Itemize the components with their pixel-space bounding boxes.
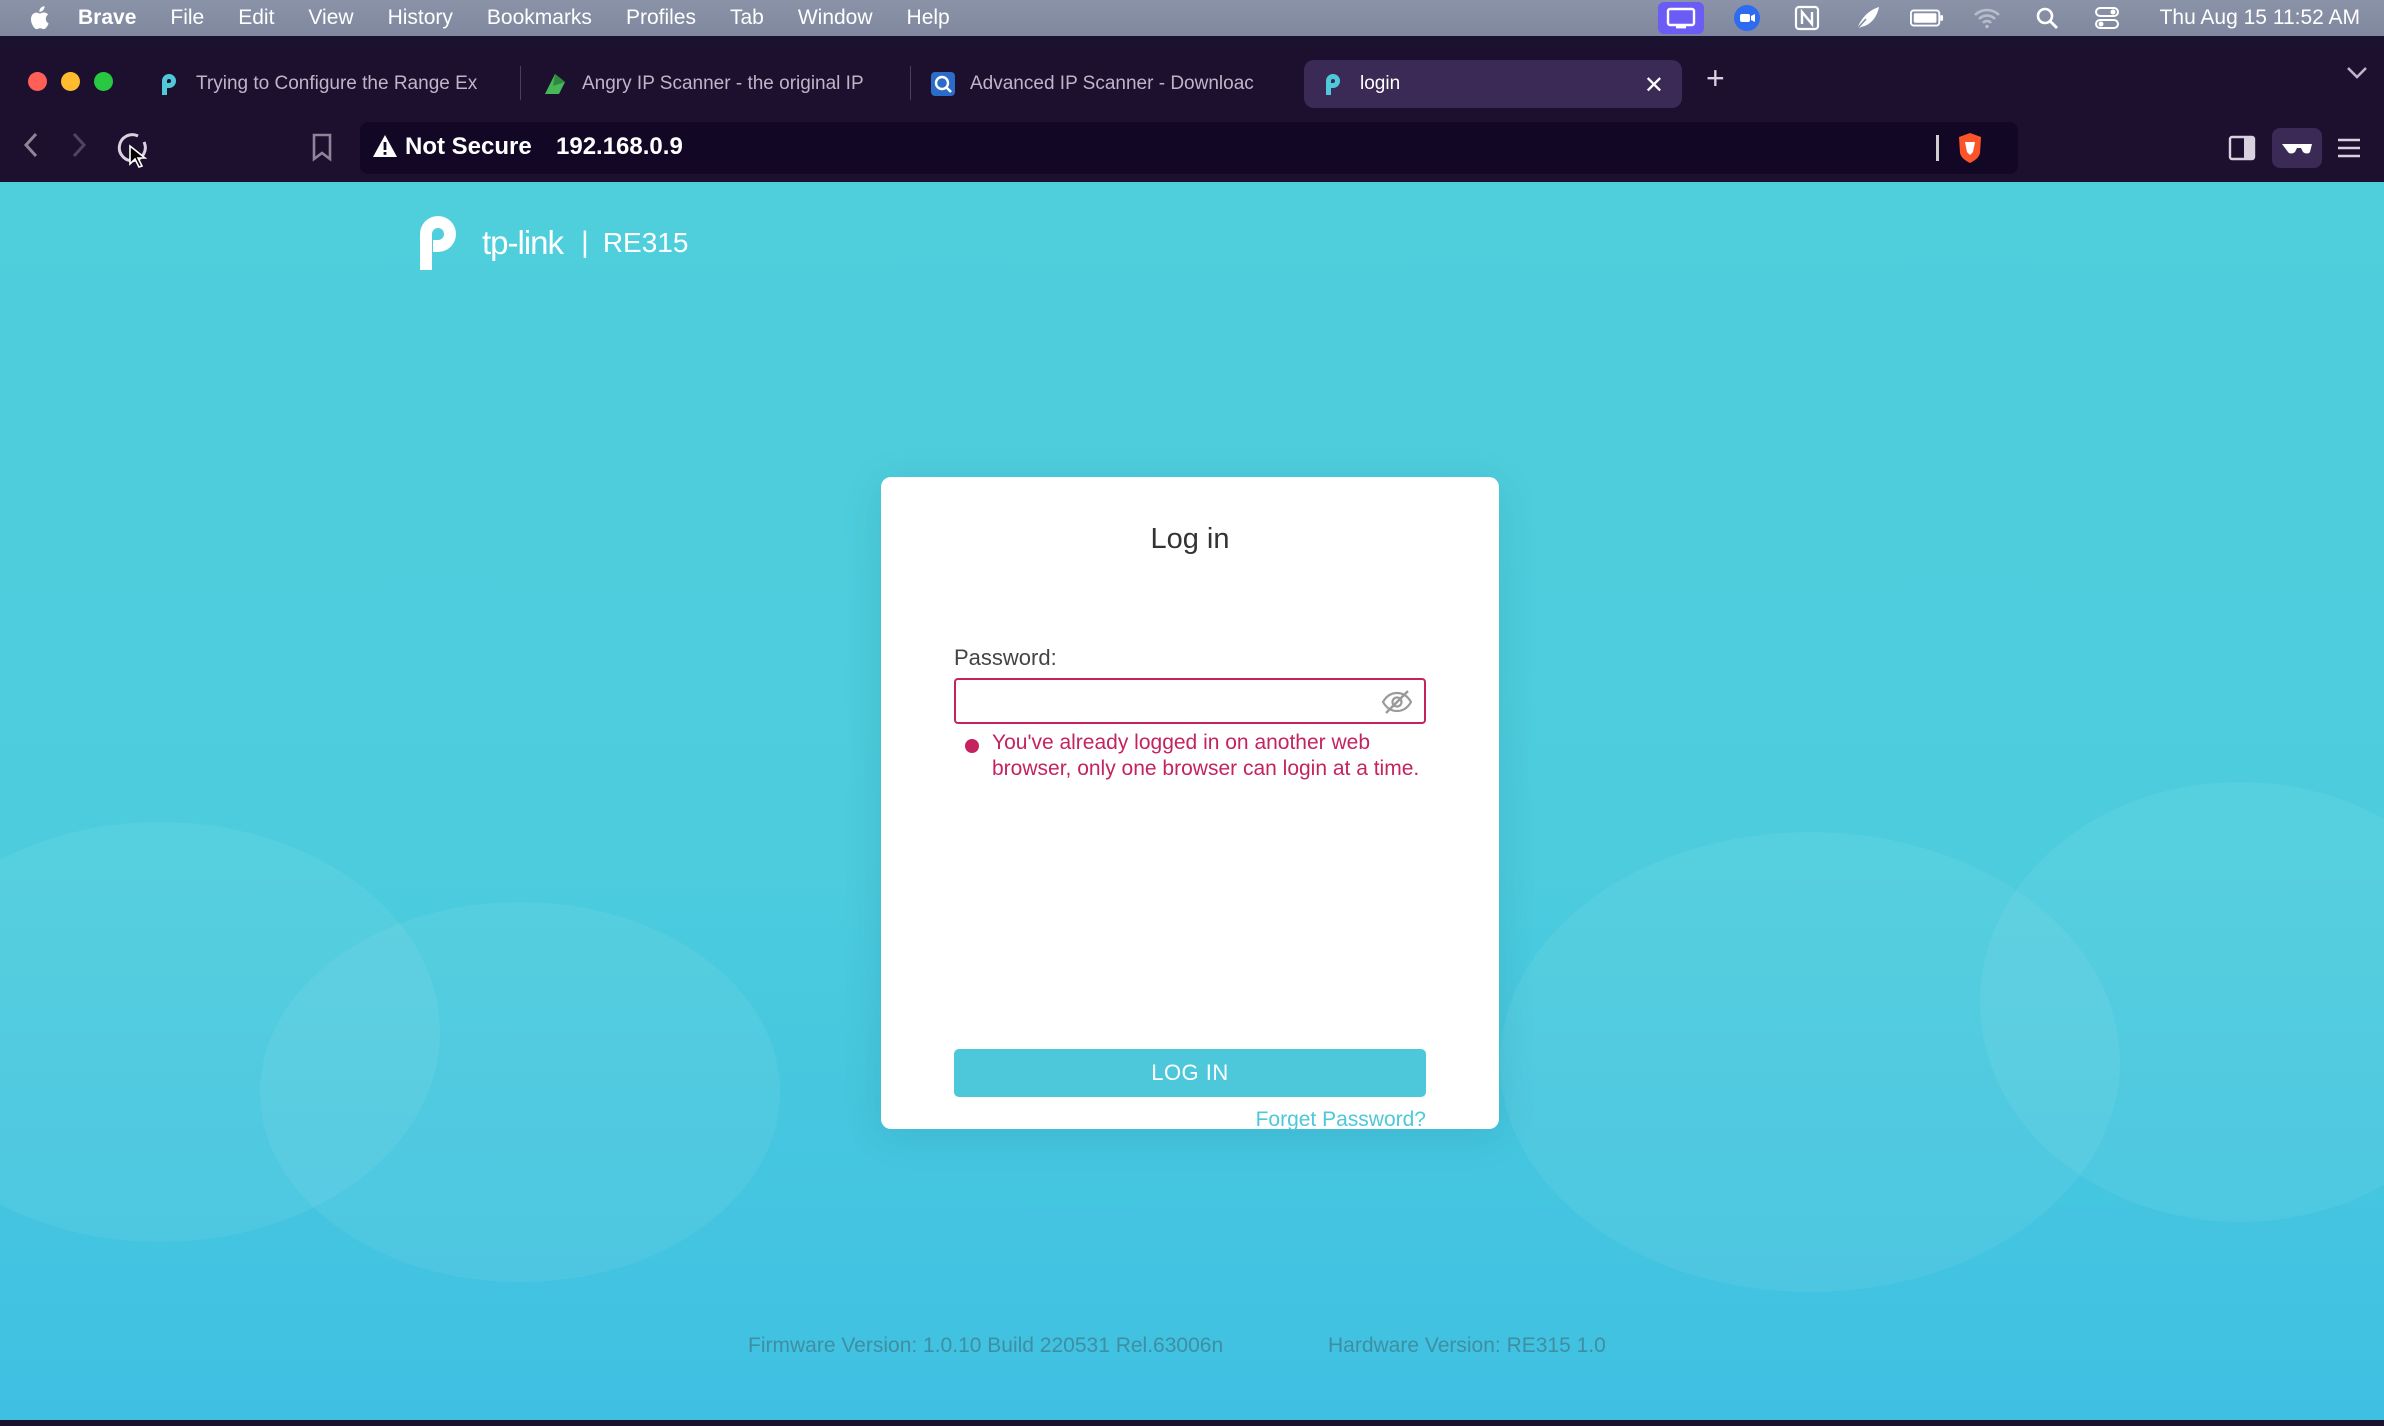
menu-app-brave[interactable]: Brave xyxy=(78,6,136,30)
tab-range-extender[interactable]: Trying to Configure the Range Ex xyxy=(156,60,496,108)
tab-advanced-ip-scanner[interactable]: Advanced IP Scanner - Downloac xyxy=(930,60,1280,108)
text-cursor xyxy=(1936,135,1939,161)
tp-link-logo: tp-link | RE315 xyxy=(414,212,688,274)
apple-icon[interactable] xyxy=(28,6,50,30)
tab-title: login xyxy=(1360,73,1401,94)
menu-window[interactable]: Window xyxy=(798,6,873,30)
sidebar-toggle-icon[interactable] xyxy=(2228,135,2256,161)
zoom-icon[interactable] xyxy=(1730,5,1764,31)
tp-link-favicon-icon xyxy=(1326,74,1340,95)
angry-ip-scanner-favicon-icon xyxy=(545,74,565,94)
model-name: RE315 xyxy=(602,227,689,258)
menu-tab[interactable]: Tab xyxy=(730,6,764,30)
not-secure-label[interactable]: Not Secure xyxy=(405,133,532,161)
forget-password-link[interactable]: Forget Password? xyxy=(1256,1108,1426,1132)
sunglasses-icon xyxy=(2282,144,2312,154)
tp-link-login-page: tp-link | RE315 Log in Password: You've … xyxy=(0,182,2384,1420)
brand-name: tp-link xyxy=(482,224,564,261)
tab-close-icon[interactable]: ✕ xyxy=(1644,71,1664,100)
advanced-ip-scanner-favicon-icon xyxy=(931,72,955,96)
login-card: Log in Password: You've already logged i… xyxy=(881,477,1499,1132)
tab-title: Angry IP Scanner - the original IP xyxy=(582,73,864,94)
menu-edit[interactable]: Edit xyxy=(238,6,274,30)
menu-file[interactable]: File xyxy=(170,6,204,30)
wifi-icon[interactable] xyxy=(1970,5,2004,31)
window-minimize-button[interactable] xyxy=(61,72,80,91)
tp-link-favicon-icon xyxy=(162,74,176,95)
wallet-button[interactable] xyxy=(2272,128,2322,168)
login-button[interactable]: LOG IN xyxy=(954,1049,1426,1097)
error-dot-icon xyxy=(965,739,979,753)
password-input[interactable] xyxy=(954,678,1426,724)
login-title: Log in xyxy=(1150,523,1230,555)
url-text[interactable]: 192.168.0.9 xyxy=(556,133,683,161)
new-tab-plus-icon[interactable]: + xyxy=(1706,60,1725,97)
firmware-version: Firmware Version: 1.0.10 Build 220531 Re… xyxy=(748,1334,1224,1357)
hardware-version: Hardware Version: RE315 1.0 xyxy=(1328,1334,1606,1357)
show-password-eye-icon[interactable] xyxy=(1381,689,1413,715)
menu-help[interactable]: Help xyxy=(907,6,950,30)
menu-profiles[interactable]: Profiles xyxy=(626,6,696,30)
menu-bookmarks[interactable]: Bookmarks xyxy=(487,6,592,30)
menu-bar-clock[interactable]: Thu Aug 15 11:52 AM xyxy=(2160,6,2360,30)
reload-icon[interactable] xyxy=(114,132,154,170)
tp-link-logo-icon xyxy=(420,216,456,270)
logo-divider: | xyxy=(581,226,589,259)
window-close-button[interactable] xyxy=(28,72,47,91)
tab-separator xyxy=(910,66,911,100)
warning-triangle-icon[interactable] xyxy=(372,134,398,158)
tab-list-chevron-icon[interactable] xyxy=(2346,66,2368,80)
battery-icon[interactable] xyxy=(1909,5,1944,31)
bookmark-icon[interactable] xyxy=(310,132,334,162)
tab-title: Trying to Configure the Range Ex xyxy=(196,73,478,94)
forward-chevron-icon[interactable] xyxy=(68,130,90,160)
back-chevron-icon[interactable] xyxy=(20,130,42,160)
control-center-icon[interactable] xyxy=(2090,5,2124,31)
spotlight-search-icon[interactable] xyxy=(2030,5,2064,31)
background-cloud xyxy=(260,902,780,1282)
password-label: Password: xyxy=(954,645,1057,670)
menu-view[interactable]: View xyxy=(308,6,353,30)
macos-menu-bar: Brave File Edit View History Bookmarks P… xyxy=(0,0,2384,36)
tab-separator xyxy=(520,66,521,100)
hamburger-menu-icon[interactable] xyxy=(2336,137,2362,159)
brave-shields-icon[interactable] xyxy=(1956,132,1984,164)
feather-icon[interactable] xyxy=(1850,5,1884,31)
notion-icon[interactable] xyxy=(1790,5,1824,31)
login-error-message: You've already logged in on another web … xyxy=(992,731,1420,780)
tab-login[interactable]: login ✕ xyxy=(1304,60,1682,108)
tab-title: Advanced IP Scanner - Downloac xyxy=(970,73,1254,94)
window-zoom-button[interactable] xyxy=(94,72,113,91)
menu-history[interactable]: History xyxy=(388,6,453,30)
screen-share-icon[interactable] xyxy=(1657,2,1704,34)
tab-angry-ip-scanner[interactable]: Angry IP Scanner - the original IP xyxy=(542,60,888,108)
